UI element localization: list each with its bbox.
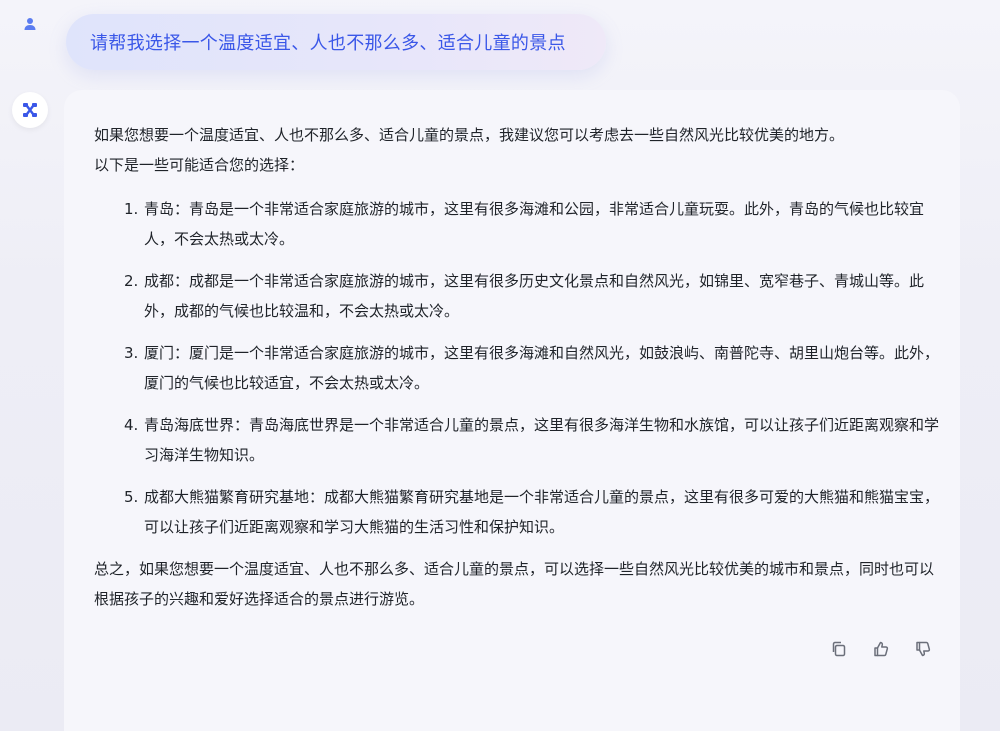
list-item-text: 青岛海底世界：青岛海底世界是一个非常适合儿童的景点，这里有很多海洋生物和水族馆，…: [144, 416, 940, 464]
answer-summary: 总之，如果您想要一个温度适宜、人也不那么多、适合儿童的景点，可以选择一些自然风光…: [94, 560, 935, 608]
list-item-text: 成都：成都是一个非常适合家庭旅游的城市，这里有很多历史文化景点和自然风光，如锦里…: [144, 272, 925, 320]
thumbs-down-icon: [916, 641, 931, 657]
user-avatar: [16, 10, 44, 38]
answer-card: 如果您想要一个温度适宜、人也不那么多、适合儿童的景点，我建议您可以考虑去一些自然…: [64, 90, 960, 731]
list-item-number: 3.: [124, 344, 139, 362]
bot-avatar: [12, 92, 48, 128]
answer-body: 如果您想要一个温度适宜、人也不那么多、适合儿童的景点，我建议您可以考虑去一些自然…: [94, 120, 940, 614]
list-item: 1. 青岛：青岛是一个非常适合家庭旅游的城市，这里有很多海滩和公园，非常适合儿童…: [94, 194, 940, 254]
copy-icon: [832, 641, 846, 657]
list-item-number: 1.: [124, 200, 139, 218]
user-message-text: 请帮我选择一个温度适宜、人也不那么多、适合儿童的景点: [90, 33, 566, 54]
answer-list: 1. 青岛：青岛是一个非常适合家庭旅游的城市，这里有很多海滩和公园，非常适合儿童…: [94, 194, 940, 542]
user-message-bubble: 请帮我选择一个温度适宜、人也不那么多、适合儿童的景点: [66, 14, 606, 70]
list-item-number: 5.: [124, 488, 139, 506]
list-item: 5. 成都大熊猫繁育研究基地：成都大熊猫繁育研究基地是一个非常适合儿童的景点，这…: [94, 482, 940, 542]
list-item-number: 2.: [124, 272, 139, 290]
answer-intro-line1: 如果您想要一个温度适宜、人也不那么多、适合儿童的景点，我建议您可以考虑去一些自然…: [94, 126, 845, 144]
like-button[interactable]: [870, 638, 892, 660]
user-icon: [24, 18, 36, 30]
thumbs-up-icon: [874, 641, 889, 657]
list-item: 2. 成都：成都是一个非常适合家庭旅游的城市，这里有很多历史文化景点和自然风光，…: [94, 266, 940, 326]
dislike-button[interactable]: [912, 638, 934, 660]
list-item-text: 青岛：青岛是一个非常适合家庭旅游的城市，这里有很多海滩和公园，非常适合儿童玩耍。…: [144, 200, 925, 248]
list-item-number: 4.: [124, 416, 139, 434]
answer-actions: [828, 638, 934, 660]
list-item-text: 成都大熊猫繁育研究基地：成都大熊猫繁育研究基地是一个非常适合儿童的景点，这里有很…: [144, 488, 940, 536]
answer-intro-line2: 以下是一些可能适合您的选择：: [94, 156, 305, 174]
copy-button[interactable]: [828, 638, 850, 660]
bot-logo-icon: [23, 103, 37, 117]
list-item-text: 厦门：厦门是一个非常适合家庭旅游的城市，这里有很多海滩和自然风光，如鼓浪屿、南普…: [144, 344, 940, 392]
list-item: 4. 青岛海底世界：青岛海底世界是一个非常适合儿童的景点，这里有很多海洋生物和水…: [94, 410, 940, 470]
list-item: 3. 厦门：厦门是一个非常适合家庭旅游的城市，这里有很多海滩和自然风光，如鼓浪屿…: [94, 338, 940, 398]
